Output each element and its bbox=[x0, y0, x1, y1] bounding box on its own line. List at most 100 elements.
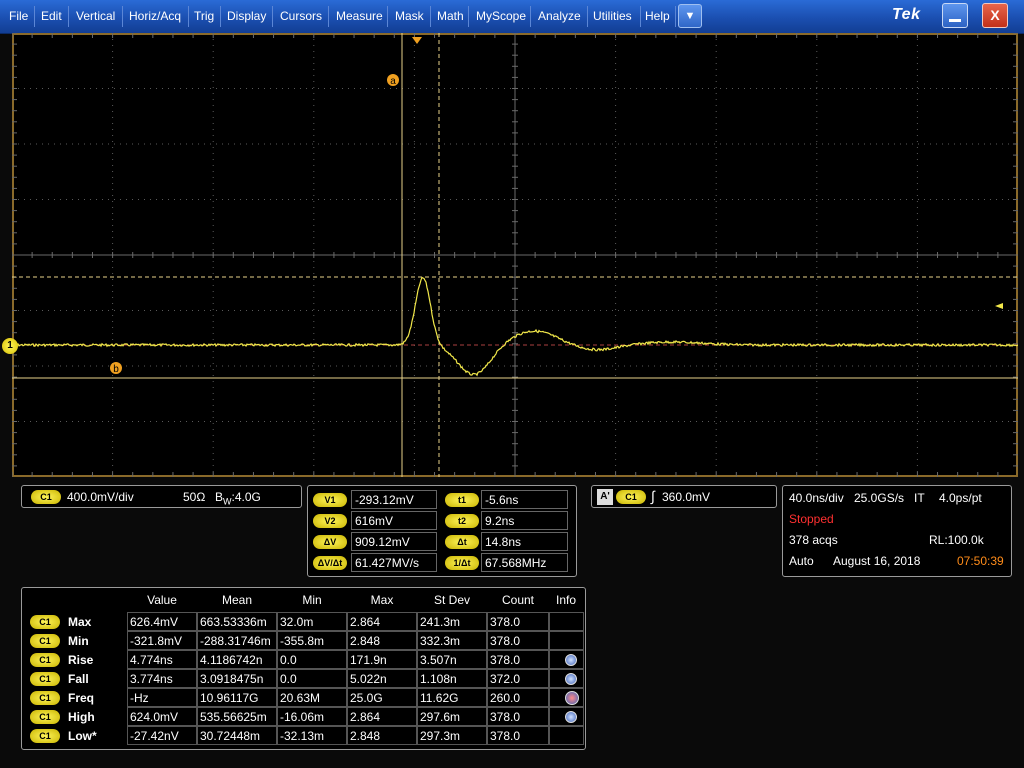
table-cell-value: 4.774ns bbox=[127, 650, 197, 669]
table-cell-info bbox=[549, 650, 584, 669]
measurement-name: High bbox=[68, 710, 95, 724]
column-header-stdev: St Dev bbox=[433, 593, 470, 607]
table-cell-value: -27.42nV bbox=[127, 726, 197, 745]
menu-analyze[interactable]: Analyze bbox=[532, 0, 587, 33]
menu-measure[interactable]: Measure bbox=[330, 0, 389, 33]
table-cell-stdev: 297.6m bbox=[417, 707, 487, 726]
menu-bar: File Edit Vertical Horiz/Acq Trig Displa… bbox=[0, 0, 1024, 34]
table-cell-min: -16.06m bbox=[277, 707, 347, 726]
table-cell-max: 2.864 bbox=[347, 707, 417, 726]
menu-help[interactable]: Help bbox=[639, 0, 676, 33]
cursor-inverse-delta-t-tag: 1/Δt bbox=[445, 556, 479, 570]
trigger-settings-panel[interactable]: A' C1 ∫ 360.0mV bbox=[591, 485, 777, 508]
table-cell-mean: 30.72448m bbox=[197, 726, 277, 745]
cursor-t2-tag: t2 bbox=[445, 514, 479, 528]
menu-separator bbox=[530, 6, 531, 27]
menu-separator bbox=[68, 6, 69, 27]
column-header-min: Min bbox=[302, 593, 322, 607]
menu-math[interactable]: Math bbox=[431, 0, 470, 33]
table-cell-mean: 535.56625m bbox=[197, 707, 277, 726]
acquisition-date: August 16, 2018 bbox=[833, 554, 921, 568]
info-icon[interactable] bbox=[565, 711, 577, 723]
rising-edge-icon: ∫ bbox=[651, 488, 655, 504]
cursor-slope-value: 61.427MV/s bbox=[351, 553, 437, 572]
menu-horiz-acq[interactable]: Horiz/Acq bbox=[123, 0, 187, 33]
measurement-source-badge: C1 bbox=[30, 653, 60, 667]
menu-separator bbox=[272, 6, 273, 27]
menu-separator bbox=[675, 6, 676, 27]
menu-dropdown-button[interactable]: ▼ bbox=[678, 4, 702, 28]
trigger-mode-badge: A' bbox=[597, 489, 613, 505]
table-cell-max: 2.848 bbox=[347, 726, 417, 745]
table-cell-max: 2.848 bbox=[347, 631, 417, 650]
warning-info-icon[interactable] bbox=[565, 691, 579, 705]
channel-1-settings-panel[interactable]: C1 400.0mV/div 50Ω BW:4.0G bbox=[21, 485, 302, 508]
cursor-delta-v-tag: ΔV bbox=[313, 535, 347, 549]
acquisition-status-panel[interactable]: 40.0ns/div 25.0GS/s IT 4.0ps/pt Stopped … bbox=[782, 485, 1012, 577]
acquisition-count: 378 acqs bbox=[789, 533, 838, 547]
measurement-name: Freq bbox=[68, 691, 95, 705]
cursor-t1-value: -5.6ns bbox=[481, 490, 568, 509]
measurement-source-badge: C1 bbox=[30, 672, 60, 686]
table-cell-info bbox=[549, 688, 584, 707]
column-header-value: Value bbox=[147, 593, 177, 607]
menu-trig[interactable]: Trig bbox=[188, 0, 220, 33]
measurement-name: Low* bbox=[68, 729, 97, 743]
menu-myscope[interactable]: MyScope bbox=[470, 0, 532, 33]
info-icon[interactable] bbox=[565, 654, 577, 666]
menu-mask[interactable]: Mask bbox=[389, 0, 430, 33]
table-cell-count: 260.0 bbox=[487, 688, 549, 707]
measurement-name: Min bbox=[68, 634, 89, 648]
menu-separator bbox=[468, 6, 469, 27]
menu-display[interactable]: Display bbox=[221, 0, 272, 33]
cursor-slope-tag: ΔV/Δt bbox=[313, 556, 347, 570]
table-cell-stdev: 241.3m bbox=[417, 612, 487, 631]
close-button[interactable]: X bbox=[982, 3, 1008, 28]
measurement-source-badge: C1 bbox=[30, 710, 60, 724]
minimize-button[interactable] bbox=[942, 3, 968, 28]
horizontal-scale: 40.0ns/div bbox=[789, 491, 844, 505]
table-cell-max: 25.0G bbox=[347, 688, 417, 707]
table-cell-count: 378.0 bbox=[487, 612, 549, 631]
table-cell-stdev: 3.507n bbox=[417, 650, 487, 669]
cursor-delta-t-value: 14.8ns bbox=[481, 532, 568, 551]
table-cell-stdev: 332.3m bbox=[417, 631, 487, 650]
table-cell-info bbox=[549, 631, 584, 650]
table-cell-value: 3.774ns bbox=[127, 669, 197, 688]
table-cell-mean: 663.53336m bbox=[197, 612, 277, 631]
menu-utilities[interactable]: Utilities bbox=[587, 0, 638, 33]
menu-cursors[interactable]: Cursors bbox=[274, 0, 328, 33]
measurement-source-badge: C1 bbox=[30, 729, 60, 743]
waveform-graticule[interactable]: a b bbox=[12, 33, 1018, 477]
acquisition-mode: IT bbox=[914, 491, 925, 505]
sample-rate: 25.0GS/s bbox=[854, 491, 905, 505]
table-cell-mean: -288.31746m bbox=[197, 631, 277, 650]
channel-1-marker[interactable]: 1 bbox=[2, 338, 18, 354]
time-resolution: 4.0ps/pt bbox=[939, 491, 982, 505]
table-cell-stdev: 11.62G bbox=[417, 688, 487, 707]
table-cell-max: 171.9n bbox=[347, 650, 417, 669]
table-cell-count: 378.0 bbox=[487, 650, 549, 669]
measurement-source-badge: C1 bbox=[30, 634, 60, 648]
close-icon: X bbox=[990, 7, 1000, 23]
cursor-a-label: a bbox=[390, 76, 396, 87]
run-state-status: Stopped bbox=[789, 512, 834, 526]
table-cell-mean: 10.96117G bbox=[197, 688, 277, 707]
table-cell-info bbox=[549, 726, 584, 745]
menu-file[interactable]: File bbox=[3, 0, 34, 33]
info-icon[interactable] bbox=[565, 673, 577, 685]
table-cell-info bbox=[549, 669, 584, 688]
table-cell-count: 378.0 bbox=[487, 631, 549, 650]
table-cell-mean: 3.0918475n bbox=[197, 669, 277, 688]
bandwidth-limit: BW:4.0G bbox=[215, 490, 261, 507]
cursor-t2-value: 9.2ns bbox=[481, 511, 568, 530]
table-cell-min: -32.13m bbox=[277, 726, 347, 745]
cursor-v2-value: 616mV bbox=[351, 511, 437, 530]
menu-edit[interactable]: Edit bbox=[35, 0, 68, 33]
table-cell-min: 0.0 bbox=[277, 650, 347, 669]
table-cell-info bbox=[549, 707, 584, 726]
column-header-count: Count bbox=[501, 593, 535, 607]
menu-vertical[interactable]: Vertical bbox=[70, 0, 121, 33]
trigger-position-marker bbox=[412, 37, 422, 44]
table-cell-count: 378.0 bbox=[487, 726, 549, 745]
